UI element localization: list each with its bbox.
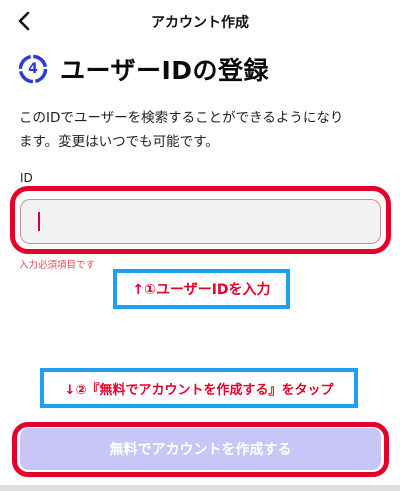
text-caret <box>38 212 40 231</box>
nav-bar: アカウント作成 <box>0 0 400 40</box>
home-indicator-bar <box>0 485 400 491</box>
user-id-input[interactable] <box>20 199 381 244</box>
page-title: アカウント作成 <box>151 15 249 31</box>
step-progress-icon: 4 <box>18 54 48 84</box>
instruction-note-2: ↓②『無料でアカウントを作成する』をタップ <box>40 368 358 408</box>
step-title: ユーザーIDの登録 <box>60 56 270 85</box>
instruction-note-1: ↑①ユーザーIDを入力 <box>113 269 290 309</box>
id-label: ID <box>20 171 33 185</box>
description-line-2: ます。変更はいつでも可能です。 <box>19 134 219 150</box>
description-line-1: このIDでユーザーを検索することができるようになり <box>19 110 344 126</box>
step-number: 4 <box>28 61 38 77</box>
error-message: 入力必須項目です <box>19 260 96 271</box>
create-account-button[interactable]: 無料でアカウントを作成する <box>20 428 381 470</box>
description: このIDでユーザーを検索することができるようになり ます。変更はいつでも可能です… <box>19 106 389 154</box>
step-heading: 4 ユーザーIDの登録 <box>18 52 269 86</box>
